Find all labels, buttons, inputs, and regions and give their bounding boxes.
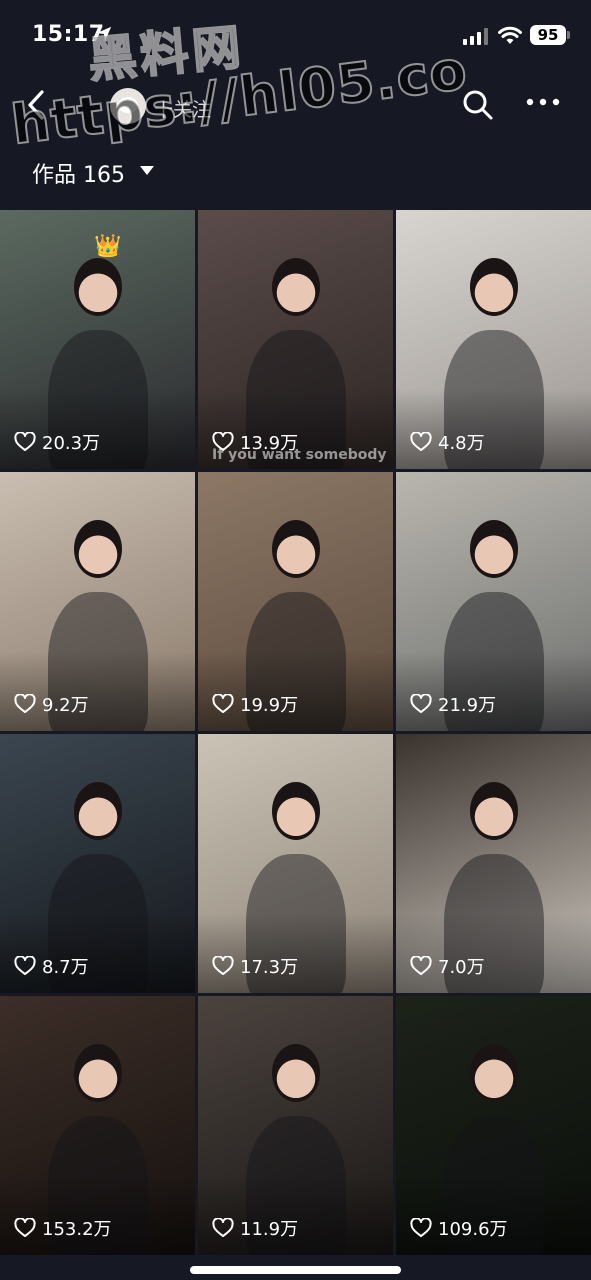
person-head (74, 520, 122, 578)
heart-icon (14, 432, 36, 451)
like-count: 9.2万 (14, 691, 89, 717)
like-count-label: 109.6万 (438, 1219, 508, 1240)
heart-icon (410, 1218, 432, 1237)
person-head (272, 258, 320, 316)
like-count-label: 17.3万 (240, 957, 299, 978)
person-head (470, 782, 518, 840)
heart-icon (14, 956, 36, 975)
like-count: 4.8万 (410, 429, 485, 455)
person-head (74, 782, 122, 840)
like-count: 13.9万 (212, 429, 298, 455)
like-count: 8.7万 (14, 953, 89, 979)
like-count-label: 13.9万 (240, 433, 299, 454)
like-count: 19.9万 (212, 691, 298, 717)
like-count: 20.3万 (14, 429, 100, 455)
works-count-dropdown[interactable]: 作品 165 (32, 157, 125, 189)
video-thumbnail[interactable]: 4.8万 (396, 210, 591, 469)
battery-indicator: 95 (530, 25, 566, 45)
heart-icon (14, 694, 36, 713)
like-count-label: 19.9万 (240, 695, 299, 716)
like-count-label: 20.3万 (42, 433, 101, 454)
heart-icon (14, 1218, 36, 1237)
person-head (272, 520, 320, 578)
like-count-label: 11.9万 (240, 1219, 299, 1240)
person-head (470, 520, 518, 578)
like-count: 17.3万 (212, 953, 298, 979)
like-count-label: 153.2万 (42, 1219, 112, 1240)
video-thumbnail[interactable]: 👑 20.3万 (0, 210, 195, 469)
video-thumbnail[interactable]: 17.3万 (198, 734, 393, 993)
crown-sticker: 👑 (94, 234, 122, 259)
wifi-icon (498, 26, 522, 44)
video-grid: 👑 20.3万 If you want somebody 13.9万 4.8万 9.2万 1… (0, 202, 591, 1262)
home-indicator (190, 1266, 401, 1274)
like-count: 109.6万 (410, 1215, 508, 1241)
like-count-label: 21.9万 (438, 695, 497, 716)
person-head (470, 1044, 518, 1102)
video-thumbnail[interactable]: 153.2万 (0, 996, 195, 1255)
heart-icon (212, 694, 234, 713)
video-thumbnail[interactable]: If you want somebody 13.9万 (198, 210, 393, 469)
like-count-label: 7.0万 (438, 957, 485, 978)
like-count: 21.9万 (410, 691, 496, 717)
like-count-label: 4.8万 (438, 433, 485, 454)
video-thumbnail[interactable]: 7.0万 (396, 734, 591, 993)
battery-tip (567, 31, 570, 39)
cellular-signal-icon (463, 28, 488, 45)
like-count-label: 9.2万 (42, 695, 89, 716)
like-count: 153.2万 (14, 1215, 112, 1241)
person-head (272, 1044, 320, 1102)
caret-down-icon[interactable] (140, 166, 154, 175)
like-count: 11.9万 (212, 1215, 298, 1241)
heart-icon (212, 1218, 234, 1237)
person-head (74, 258, 122, 316)
video-thumbnail[interactable]: 109.6万 (396, 996, 591, 1255)
video-thumbnail[interactable]: 8.7万 (0, 734, 195, 993)
video-thumbnail[interactable]: 19.9万 (198, 472, 393, 731)
heart-icon (410, 694, 432, 713)
video-thumbnail[interactable]: 11.9万 (198, 996, 393, 1255)
heart-icon (212, 956, 234, 975)
heart-icon (212, 432, 234, 451)
person-head (74, 1044, 122, 1102)
heart-icon (410, 956, 432, 975)
video-thumbnail[interactable]: 9.2万 (0, 472, 195, 731)
person-head (272, 782, 320, 840)
like-count-label: 8.7万 (42, 957, 89, 978)
more-options-icon[interactable] (526, 96, 560, 108)
like-count: 7.0万 (410, 953, 485, 979)
video-thumbnail[interactable]: 21.9万 (396, 472, 591, 731)
heart-icon (410, 432, 432, 451)
person-head (470, 258, 518, 316)
